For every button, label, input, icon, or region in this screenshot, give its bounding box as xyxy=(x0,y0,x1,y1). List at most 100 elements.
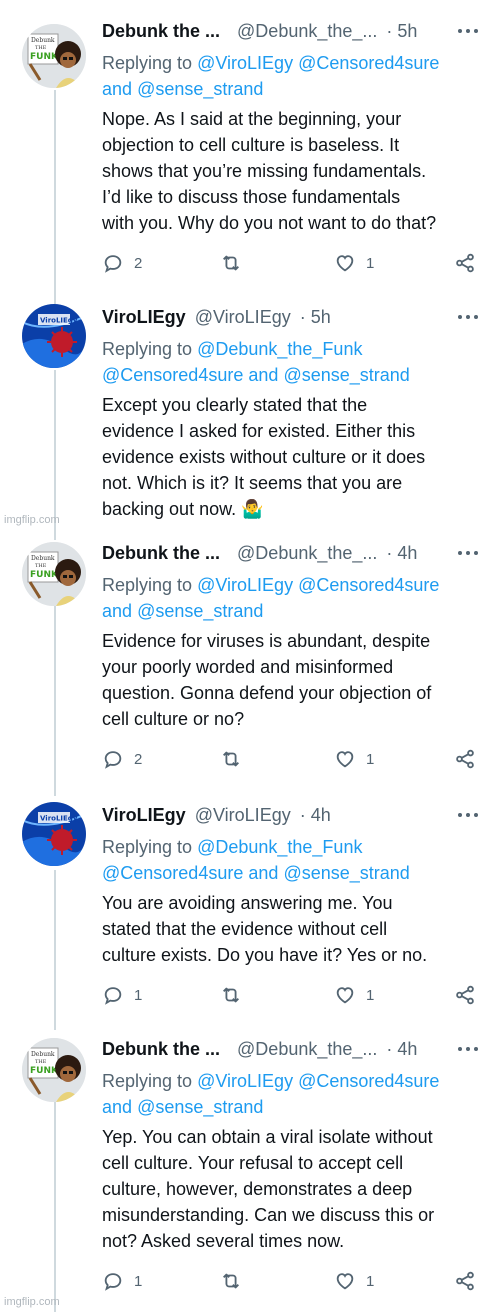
replying-to-label: Replying to xyxy=(102,837,193,857)
replying-to-label: Replying to xyxy=(102,575,193,595)
mention-and-label: and xyxy=(248,365,279,385)
tweet-text: Evidence for viruses is abundant, despit… xyxy=(102,628,480,732)
tweet-text-line: stated that the evidence without cell xyxy=(102,919,388,939)
more-options-icon[interactable] xyxy=(458,546,480,560)
tweet-text-line: cell culture. Your refusal to accept cel… xyxy=(102,1153,404,1173)
tweet-text-line: evidence exists without culture or it do… xyxy=(102,447,426,467)
tweet-actions: 2 1 xyxy=(102,250,480,276)
mention-and-label: and xyxy=(248,863,279,883)
user-handle[interactable]: @ViroLIEgy xyxy=(195,805,291,825)
viroliegy-avatar-icon: ViroLIEgy xyxy=(22,304,86,368)
like-button[interactable]: 1 xyxy=(334,982,374,1008)
retweet-button[interactable] xyxy=(220,982,242,1008)
svg-text:FUNK: FUNK xyxy=(30,570,59,580)
timestamp[interactable]: · 5h xyxy=(386,21,417,41)
thread-connector xyxy=(54,90,56,306)
svg-text:Debunk: Debunk xyxy=(31,37,55,44)
display-name[interactable]: Debunk the ... xyxy=(102,21,220,41)
tweet-text: Nope. As I said at the beginning, your o… xyxy=(102,106,480,236)
replying-to-label: Replying to xyxy=(102,53,193,73)
timestamp[interactable]: · 4h xyxy=(386,1039,417,1059)
like-count: 1 xyxy=(366,750,375,768)
reply-button[interactable]: 2 xyxy=(102,746,142,772)
retweet-button[interactable] xyxy=(220,746,242,772)
share-button[interactable] xyxy=(454,250,476,276)
heart-icon xyxy=(336,255,354,272)
viroliegy-avatar-icon: ViroLIEgy xyxy=(22,802,86,866)
retweet-button[interactable] xyxy=(220,250,242,276)
user-handle[interactable]: @Debunk_the_... xyxy=(237,1039,377,1059)
svg-text:ViroLIEgy: ViroLIEgy xyxy=(40,815,78,823)
reply-icon xyxy=(104,987,122,1005)
svg-text:FUNK: FUNK xyxy=(30,1066,59,1076)
timestamp[interactable]: · 5h xyxy=(300,307,331,327)
tweet-actions: 2 1 xyxy=(102,746,480,772)
more-options-icon[interactable] xyxy=(458,808,480,822)
mention-link[interactable]: @Debunk_the_Funk xyxy=(197,837,362,857)
reply-button[interactable]: 1 xyxy=(102,982,142,1008)
tweet-text-line: question. Gonna defend your objection of xyxy=(102,683,432,703)
avatar-viroliegy[interactable]: ViroLIEgy xyxy=(22,802,86,866)
display-name[interactable]: ViroLIEgy xyxy=(102,805,186,825)
avatar-debunk[interactable]: Debunk THE FUNK xyxy=(22,24,86,88)
more-options-icon[interactable] xyxy=(458,1042,480,1056)
timestamp[interactable]: · 4h xyxy=(300,805,331,825)
user-handle[interactable]: @ViroLIEgy xyxy=(195,307,291,327)
retweet-icon xyxy=(223,987,239,1003)
tweet-text-line: with you. Why do you not want to do that… xyxy=(102,213,437,233)
display-name[interactable]: ViroLIEgy xyxy=(102,307,186,327)
thread-connector xyxy=(54,1102,56,1312)
mention-link[interactable]: @ViroLIEgy xyxy=(197,53,293,73)
reply-icon xyxy=(104,255,122,273)
tweet-text-line: not. Which is it? It seems that you are xyxy=(102,473,403,493)
mention-link[interactable]: @Censored4sure xyxy=(102,863,243,883)
mention-link[interactable]: @Censored4sure xyxy=(298,53,439,73)
share-button[interactable] xyxy=(454,746,476,772)
retweet-icon xyxy=(223,1273,239,1289)
tweet-text-line: I’d like to discuss those fundamentals xyxy=(102,187,401,207)
display-name[interactable]: Debunk the ... xyxy=(102,1039,220,1059)
avatar-debunk[interactable]: Debunk THE FUNK xyxy=(22,542,86,606)
display-name[interactable]: Debunk the ... xyxy=(102,543,220,563)
share-icon xyxy=(456,985,474,1005)
mention-link[interactable]: @Debunk_the_Funk xyxy=(197,339,362,359)
tweet-text-line: culture, however, demonstrates a deep xyxy=(102,1179,413,1199)
mention-link[interactable]: @Censored4sure xyxy=(298,575,439,595)
reply-button[interactable]: 2 xyxy=(102,250,142,276)
retweet-icon xyxy=(223,255,239,271)
mention-link[interactable]: @sense_strand xyxy=(283,863,409,883)
mention-link[interactable]: @sense_strand xyxy=(137,1097,263,1117)
like-button[interactable]: 1 xyxy=(334,746,374,772)
like-count: 1 xyxy=(366,1272,375,1290)
mention-link[interactable]: @ViroLIEgy xyxy=(197,1071,293,1091)
timestamp[interactable]: · 4h xyxy=(386,543,417,563)
reply-button[interactable]: 1 xyxy=(102,1268,142,1294)
more-options-icon[interactable] xyxy=(458,310,480,324)
replying-to: Replying to @ViroLIEgy @Censored4sure an… xyxy=(102,1068,480,1120)
share-icon xyxy=(456,749,474,769)
like-button[interactable]: 1 xyxy=(334,1268,374,1294)
mention-link[interactable]: @Censored4sure xyxy=(298,1071,439,1091)
mention-link[interactable]: @Censored4sure xyxy=(102,365,243,385)
user-handle[interactable]: @Debunk_the_... xyxy=(237,21,377,41)
mention-link[interactable]: @sense_strand xyxy=(283,365,409,385)
like-count: 1 xyxy=(366,986,375,1004)
more-options-icon[interactable] xyxy=(458,24,480,38)
tweet-text-line: evidence I asked for existed. Either thi… xyxy=(102,421,416,441)
mention-link[interactable]: @ViroLIEgy xyxy=(197,575,293,595)
share-button[interactable] xyxy=(454,982,476,1008)
avatar-debunk[interactable]: Debunk THE FUNK xyxy=(22,1038,86,1102)
mention-link[interactable]: @sense_strand xyxy=(137,601,263,621)
share-button[interactable] xyxy=(454,1268,476,1294)
reply-icon xyxy=(104,1273,122,1291)
avatar-viroliegy[interactable]: ViroLIEgy xyxy=(22,304,86,368)
retweet-icon xyxy=(223,751,239,767)
user-handle[interactable]: @Debunk_the_... xyxy=(237,543,377,563)
replying-to: Replying to @ViroLIEgy @Censored4sure an… xyxy=(102,572,480,624)
svg-text:FUNK: FUNK xyxy=(30,52,59,62)
mention-link[interactable]: @sense_strand xyxy=(137,79,263,99)
retweet-button[interactable] xyxy=(220,1268,242,1294)
like-button[interactable]: 1 xyxy=(334,250,374,276)
reply-count: 1 xyxy=(134,1272,143,1290)
debunk-avatar-icon: Debunk THE FUNK xyxy=(22,24,86,88)
